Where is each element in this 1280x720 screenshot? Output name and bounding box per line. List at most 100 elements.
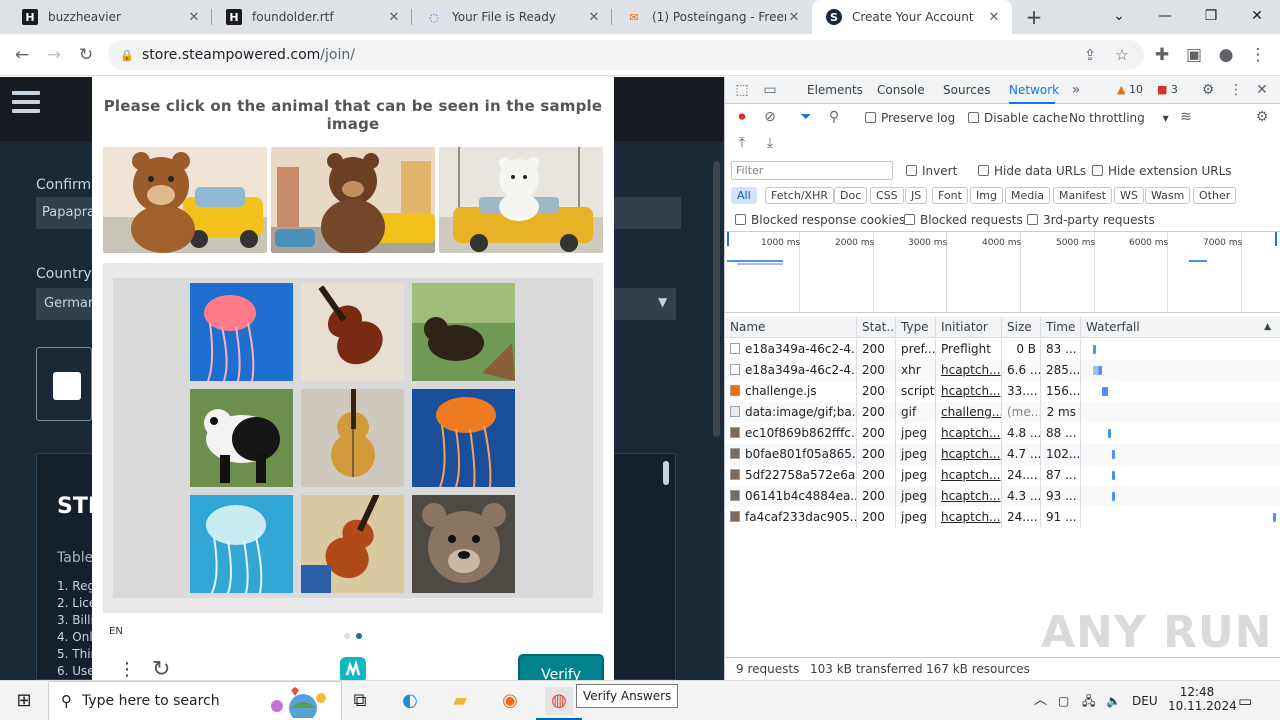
column-header-name[interactable]: Name <box>725 317 857 338</box>
table-row[interactable]: data:image/gif;ba... 200 gif challeng... (me… <box>725 402 1280 423</box>
verify-button[interactable]: Verify <box>518 654 604 680</box>
chrome-icon[interactable]: ◍ <box>545 687 573 715</box>
tab-sources[interactable]: Sources <box>943 77 990 104</box>
close-devtools-icon[interactable]: ✕ <box>1253 81 1271 99</box>
language-selector[interactable]: EN <box>109 626 123 637</box>
third-party-checkbox[interactable]: 3rd-party requests <box>1027 213 1155 227</box>
table-row[interactable]: fa4caf233dac905... 200 jpeg hcaptch... 24...… <box>725 507 1280 528</box>
table-row[interactable]: challenge.js 200 script hcaptch... 33.... 156… <box>725 381 1280 402</box>
throttling-select[interactable]: No throttling ▾ <box>1069 111 1169 125</box>
clock[interactable]: 12:48 10.11.2024 <box>1168 681 1237 720</box>
tab-foundolder[interactable]: H foundolder.rtf ✕ <box>212 0 412 34</box>
hide-extension-urls-checkbox[interactable]: Hide extension URLs <box>1092 164 1232 178</box>
grid-tile-bear[interactable] <box>412 283 515 381</box>
preserve-log-checkbox[interactable]: Preserve log <box>865 111 955 125</box>
export-har-icon[interactable]: ⤓ <box>761 134 779 152</box>
network-overview-timeline[interactable]: 1000 ms 2000 ms 3000 ms 4000 ms 5000 ms … <box>725 231 1280 313</box>
grid-tile-jellyfish[interactable] <box>412 389 515 487</box>
grid-tile-violin[interactable] <box>301 495 404 593</box>
refresh-challenge-icon[interactable]: ↻ <box>152 657 170 680</box>
windows-start-icon[interactable]: ⊞ <box>10 687 38 715</box>
tab-network[interactable]: Network <box>1009 77 1059 104</box>
more-tabs-icon[interactable]: » <box>1067 81 1085 99</box>
blocked-cookies-checkbox[interactable]: Blocked response cookies <box>735 213 905 227</box>
blocked-requests-checkbox[interactable]: Blocked requests <box>904 213 1023 227</box>
tab-elements[interactable]: Elements <box>807 77 863 104</box>
grid-tile-bear[interactable] <box>412 495 515 593</box>
hide-data-urls-checkbox[interactable]: Hide data URLs <box>978 164 1086 178</box>
close-tab-icon[interactable]: ✕ <box>586 10 602 25</box>
inspect-element-icon[interactable]: ⬚ <box>733 81 751 99</box>
more-options-icon[interactable]: ⋮ <box>118 659 136 680</box>
table-row[interactable]: e18a349a-46c2-4... 200 pref... Preflight 0 B… <box>725 339 1280 360</box>
errors-count[interactable]: ■ 3 <box>1157 83 1178 96</box>
address-bar[interactable]: 🔒 store.steampowered.com/join/ ⇪ ☆ <box>108 40 1144 70</box>
type-filter-other[interactable]: Other <box>1193 187 1237 204</box>
column-header-type[interactable]: Type <box>896 317 936 338</box>
tab-console[interactable]: Console <box>877 77 925 104</box>
profile-avatar-icon[interactable]: ● <box>1212 41 1240 69</box>
network-icon[interactable]: 🖧 <box>1082 681 1095 720</box>
tab-search-icon[interactable]: ⌄ <box>1096 0 1142 34</box>
settings-gear-icon[interactable]: ⚙ <box>1199 81 1217 99</box>
table-row[interactable]: 5df22758a572e6a... 200 jpeg hcaptch... 24...… <box>725 465 1280 486</box>
firefox-icon[interactable]: ◉ <box>496 687 524 715</box>
column-header-waterfall[interactable]: Waterfall ▲ <box>1081 317 1280 338</box>
clear-icon[interactable]: ⊘ <box>761 108 779 126</box>
show-hidden-icons[interactable]: ︿ <box>1034 681 1047 720</box>
close-tab-icon[interactable]: ✕ <box>386 10 402 25</box>
bookmark-star-icon[interactable]: ☆ <box>1112 45 1132 65</box>
back-button[interactable]: ← <box>8 41 36 69</box>
type-filter-all[interactable]: All <box>731 187 757 204</box>
filter-funnel-icon[interactable]: ⏷ <box>797 108 815 126</box>
type-filter-js[interactable]: JS <box>905 187 928 204</box>
recaptcha-box[interactable] <box>36 347 92 421</box>
invert-checkbox[interactable]: Invert <box>906 164 957 178</box>
grid-tile-violin[interactable] <box>301 389 404 487</box>
type-filter-img[interactable]: Img <box>970 187 1003 204</box>
network-filter-input[interactable]: Filter <box>731 161 893 180</box>
task-view-icon[interactable]: ⧉ <box>346 687 374 715</box>
column-header-initiator[interactable]: Initiator <box>936 317 1002 338</box>
search-icon[interactable]: ⚲ <box>825 108 843 126</box>
edge-icon[interactable]: ◐ <box>396 687 424 715</box>
side-panel-icon[interactable]: ▣ <box>1180 41 1208 69</box>
forward-button[interactable]: → <box>40 41 68 69</box>
network-settings-icon[interactable]: ⚙ <box>1253 108 1271 126</box>
captcha-checkbox[interactable] <box>53 372 81 400</box>
type-filter-doc[interactable]: Doc <box>834 187 868 204</box>
import-har-icon[interactable]: ⤒ <box>733 134 751 152</box>
tab-posteingang[interactable]: ✉ (1) Posteingang - Freemail ✕ <box>612 0 812 34</box>
grid-tile-jellyfish[interactable] <box>190 495 293 593</box>
type-filter-ws[interactable]: WS <box>1114 187 1144 204</box>
new-tab-button[interactable]: + <box>1022 5 1046 29</box>
window-close-button[interactable]: ✕ <box>1234 0 1280 34</box>
table-row[interactable]: b0fae801f05a865... 200 jpeg hcaptch... 4.7 .… <box>725 444 1280 465</box>
grid-tile-panda[interactable] <box>190 389 293 487</box>
input-language[interactable]: DEU <box>1132 681 1158 720</box>
taskbar-search-box[interactable]: ⚲ Type here to search <box>48 681 342 720</box>
devtools-menu-icon[interactable]: ⋮ <box>1227 81 1245 99</box>
menu-kebab-icon[interactable]: ⋮ <box>1244 41 1272 69</box>
device-toolbar-icon[interactable]: ▭ <box>761 81 779 99</box>
type-filter-fetch[interactable]: Fetch/XHR <box>765 187 834 204</box>
reload-button[interactable]: ↻ <box>72 41 100 69</box>
minimize-button[interactable]: — <box>1142 0 1188 34</box>
grid-tile-jellyfish[interactable] <box>190 283 293 381</box>
agreement-scrollbar[interactable] <box>663 461 669 485</box>
disable-cache-checkbox[interactable]: Disable cache <box>968 111 1068 125</box>
share-icon[interactable]: ⇪ <box>1080 45 1100 65</box>
column-header-size[interactable]: Size <box>1002 317 1041 338</box>
type-filter-manifest[interactable]: Manifest <box>1053 187 1112 204</box>
grid-tile-violin[interactable] <box>301 283 404 381</box>
warnings-count[interactable]: ▲ 10 <box>1117 83 1143 96</box>
file-explorer-icon[interactable]: ▰ <box>446 687 474 715</box>
type-filter-wasm[interactable]: Wasm <box>1145 187 1191 204</box>
type-filter-media[interactable]: Media <box>1005 187 1051 204</box>
table-row[interactable]: 06141b4c4884ea... 200 jpeg hcaptch... 4.3 ..… <box>725 486 1280 507</box>
page-scrollbar[interactable] <box>713 161 720 437</box>
tab-buzzheavier[interactable]: H buzzheavier ✕ <box>8 0 212 34</box>
table-row[interactable]: ec10f869b862fffc... 200 jpeg hcaptch... 4.8 … <box>725 423 1280 444</box>
hamburger-menu-icon[interactable] <box>12 91 40 118</box>
volume-icon[interactable]: 🔈 <box>1106 681 1121 720</box>
